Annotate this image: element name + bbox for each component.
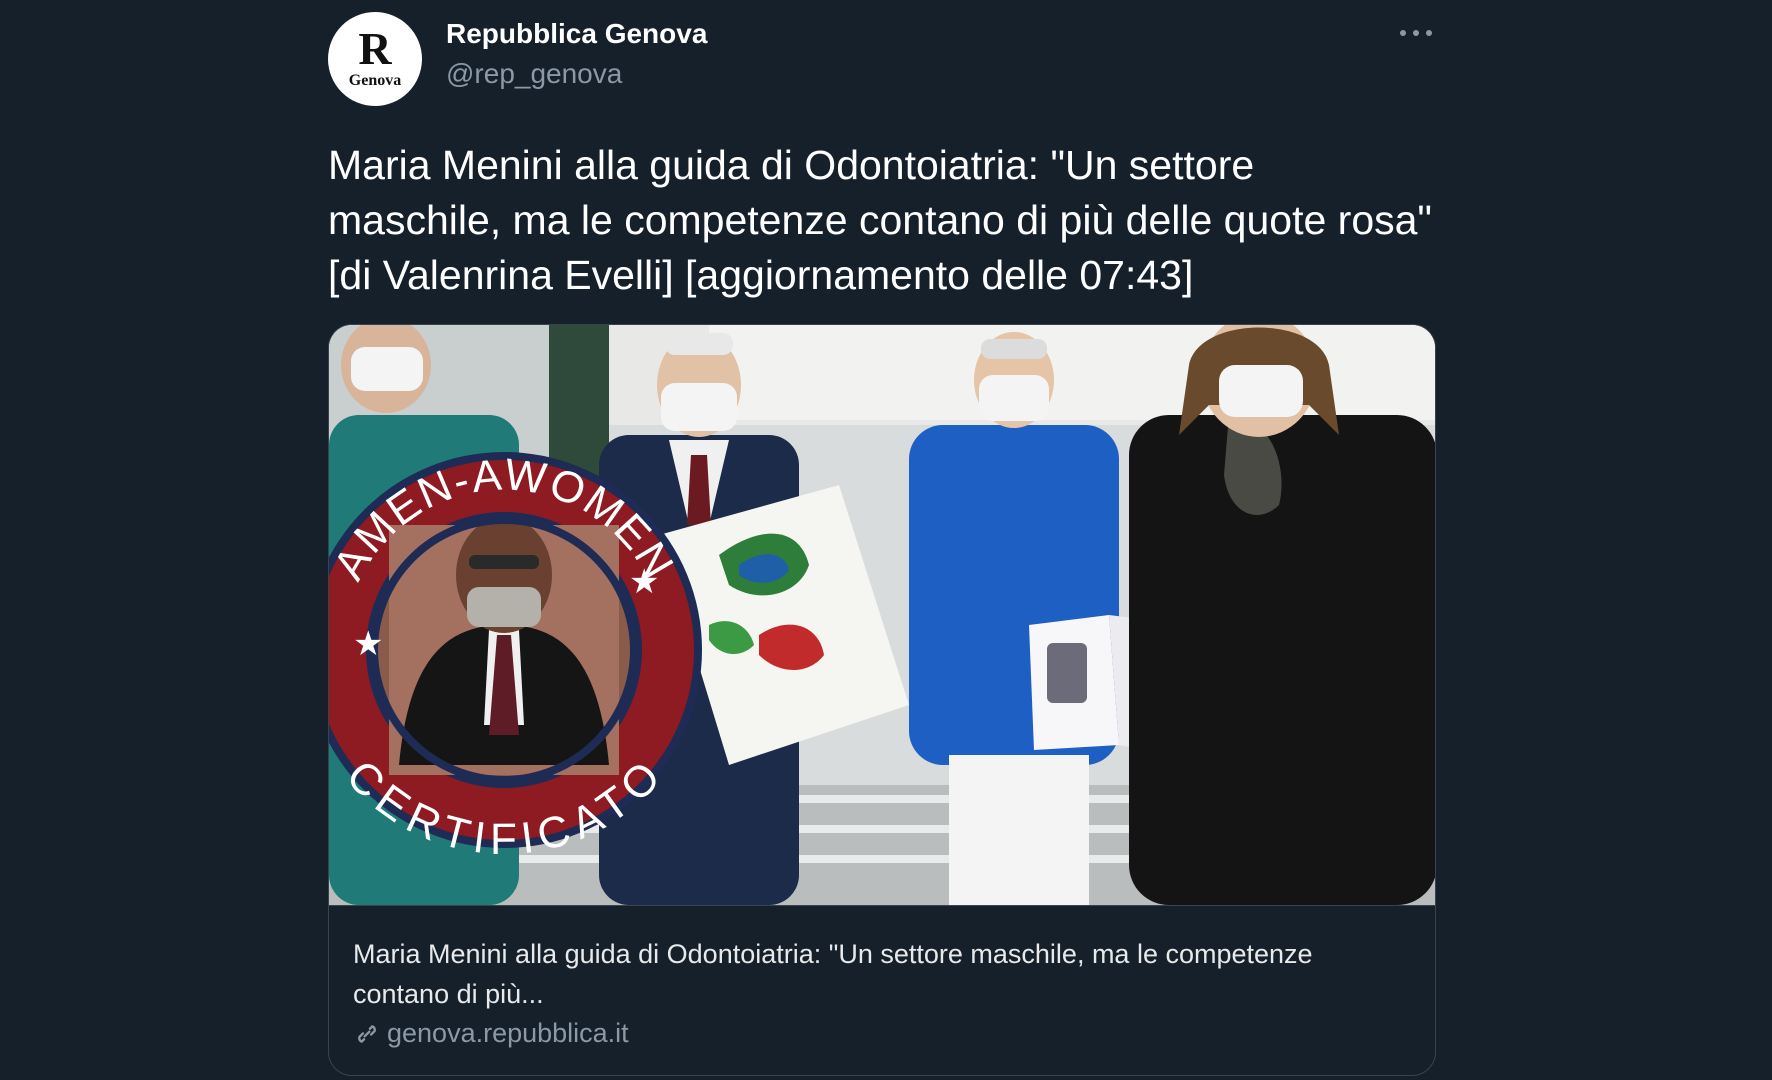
card-image[interactable]: AMEN-AWOMEN CERTIFICATO ★ ★ <box>329 325 1435 905</box>
more-options-icon[interactable] <box>1396 18 1436 48</box>
avatar-city: Genova <box>348 72 402 89</box>
sticker-badge: AMEN-AWOMEN CERTIFICATO ★ ★ <box>329 450 702 864</box>
link-icon <box>358 1024 376 1043</box>
link-card[interactable]: AMEN-AWOMEN CERTIFICATO ★ ★ Maria Menini… <box>328 324 1436 1076</box>
tweet: R Genova Repubblica Genova @rep_genova M… <box>328 0 1436 1080</box>
tweet-text: Maria Menini alla guida di Odontoiatria:… <box>328 142 1432 298</box>
display-name[interactable]: Repubblica Genova <box>446 18 707 50</box>
card-meta[interactable]: Maria Menini alla guida di Odontoiatria:… <box>329 905 1435 1075</box>
card-domain[interactable]: genova.repubblica.it <box>353 1018 629 1049</box>
more-dot <box>1426 30 1432 36</box>
star-icon: ★ <box>353 624 383 664</box>
more-dot <box>1413 30 1419 36</box>
more-dot <box>1400 30 1406 36</box>
account-avatar[interactable]: R Genova <box>328 12 422 106</box>
star-icon: ★ <box>629 562 659 602</box>
card-photo: AMEN-AWOMEN CERTIFICATO ★ ★ <box>329 325 1435 905</box>
card-domain-text: genova.repubblica.it <box>387 1018 629 1048</box>
account-handle[interactable]: @rep_genova <box>446 58 622 90</box>
card-title[interactable]: Maria Menini alla guida di Odontoiatria:… <box>353 934 1413 1014</box>
avatar-monogram: R <box>358 23 392 74</box>
